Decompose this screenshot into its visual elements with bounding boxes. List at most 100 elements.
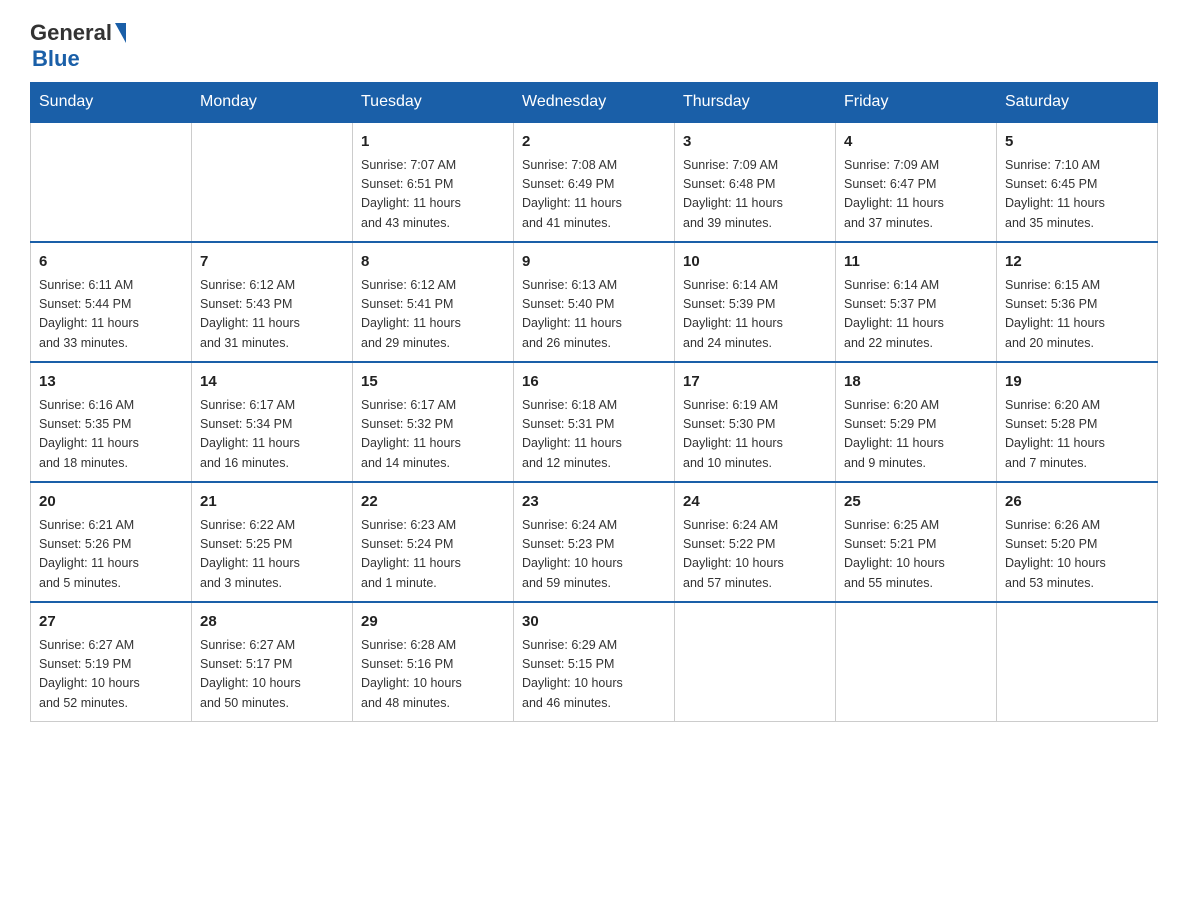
calendar-cell: 16Sunrise: 6:18 AM Sunset: 5:31 PM Dayli…	[514, 362, 675, 482]
day-info: Sunrise: 6:25 AM Sunset: 5:21 PM Dayligh…	[844, 516, 988, 594]
day-number: 4	[844, 131, 988, 154]
calendar-cell: 6Sunrise: 6:11 AM Sunset: 5:44 PM Daylig…	[31, 242, 192, 362]
calendar-cell: 30Sunrise: 6:29 AM Sunset: 5:15 PM Dayli…	[514, 602, 675, 722]
calendar-cell: 21Sunrise: 6:22 AM Sunset: 5:25 PM Dayli…	[192, 482, 353, 602]
calendar-cell	[675, 602, 836, 722]
day-number: 16	[522, 371, 666, 394]
calendar-cell: 13Sunrise: 6:16 AM Sunset: 5:35 PM Dayli…	[31, 362, 192, 482]
weekday-header-friday: Friday	[836, 83, 997, 123]
calendar-cell	[192, 122, 353, 242]
day-number: 13	[39, 371, 183, 394]
calendar-cell	[836, 602, 997, 722]
calendar-cell: 17Sunrise: 6:19 AM Sunset: 5:30 PM Dayli…	[675, 362, 836, 482]
day-info: Sunrise: 6:24 AM Sunset: 5:23 PM Dayligh…	[522, 516, 666, 594]
calendar-cell: 3Sunrise: 7:09 AM Sunset: 6:48 PM Daylig…	[675, 122, 836, 242]
day-number: 12	[1005, 251, 1149, 274]
calendar-week-row: 20Sunrise: 6:21 AM Sunset: 5:26 PM Dayli…	[31, 482, 1158, 602]
weekday-header-thursday: Thursday	[675, 83, 836, 123]
day-number: 27	[39, 611, 183, 634]
day-info: Sunrise: 6:19 AM Sunset: 5:30 PM Dayligh…	[683, 396, 827, 474]
calendar-week-row: 13Sunrise: 6:16 AM Sunset: 5:35 PM Dayli…	[31, 362, 1158, 482]
day-number: 9	[522, 251, 666, 274]
day-number: 10	[683, 251, 827, 274]
day-info: Sunrise: 6:29 AM Sunset: 5:15 PM Dayligh…	[522, 636, 666, 714]
day-number: 24	[683, 491, 827, 514]
day-info: Sunrise: 7:10 AM Sunset: 6:45 PM Dayligh…	[1005, 156, 1149, 234]
day-info: Sunrise: 6:17 AM Sunset: 5:34 PM Dayligh…	[200, 396, 344, 474]
calendar-cell: 24Sunrise: 6:24 AM Sunset: 5:22 PM Dayli…	[675, 482, 836, 602]
day-number: 23	[522, 491, 666, 514]
day-info: Sunrise: 6:21 AM Sunset: 5:26 PM Dayligh…	[39, 516, 183, 594]
calendar-cell: 15Sunrise: 6:17 AM Sunset: 5:32 PM Dayli…	[353, 362, 514, 482]
calendar-cell: 12Sunrise: 6:15 AM Sunset: 5:36 PM Dayli…	[997, 242, 1158, 362]
weekday-header-monday: Monday	[192, 83, 353, 123]
day-number: 15	[361, 371, 505, 394]
day-info: Sunrise: 6:18 AM Sunset: 5:31 PM Dayligh…	[522, 396, 666, 474]
day-info: Sunrise: 6:24 AM Sunset: 5:22 PM Dayligh…	[683, 516, 827, 594]
calendar-cell: 27Sunrise: 6:27 AM Sunset: 5:19 PM Dayli…	[31, 602, 192, 722]
day-number: 5	[1005, 131, 1149, 154]
calendar-cell: 9Sunrise: 6:13 AM Sunset: 5:40 PM Daylig…	[514, 242, 675, 362]
logo-general: General	[30, 20, 112, 46]
day-info: Sunrise: 6:17 AM Sunset: 5:32 PM Dayligh…	[361, 396, 505, 474]
calendar-cell: 2Sunrise: 7:08 AM Sunset: 6:49 PM Daylig…	[514, 122, 675, 242]
day-number: 2	[522, 131, 666, 154]
day-number: 18	[844, 371, 988, 394]
calendar-cell: 8Sunrise: 6:12 AM Sunset: 5:41 PM Daylig…	[353, 242, 514, 362]
day-number: 26	[1005, 491, 1149, 514]
calendar-cell: 25Sunrise: 6:25 AM Sunset: 5:21 PM Dayli…	[836, 482, 997, 602]
page-header: General Blue	[30, 20, 1158, 72]
day-info: Sunrise: 6:12 AM Sunset: 5:41 PM Dayligh…	[361, 276, 505, 354]
logo: General Blue	[30, 20, 126, 72]
calendar-table: SundayMondayTuesdayWednesdayThursdayFrid…	[30, 82, 1158, 722]
day-info: Sunrise: 6:20 AM Sunset: 5:29 PM Dayligh…	[844, 396, 988, 474]
calendar-week-row: 1Sunrise: 7:07 AM Sunset: 6:51 PM Daylig…	[31, 122, 1158, 242]
calendar-cell: 26Sunrise: 6:26 AM Sunset: 5:20 PM Dayli…	[997, 482, 1158, 602]
weekday-header-row: SundayMondayTuesdayWednesdayThursdayFrid…	[31, 83, 1158, 123]
calendar-week-row: 27Sunrise: 6:27 AM Sunset: 5:19 PM Dayli…	[31, 602, 1158, 722]
weekday-header-sunday: Sunday	[31, 83, 192, 123]
day-info: Sunrise: 6:15 AM Sunset: 5:36 PM Dayligh…	[1005, 276, 1149, 354]
day-number: 3	[683, 131, 827, 154]
weekday-header-wednesday: Wednesday	[514, 83, 675, 123]
day-number: 6	[39, 251, 183, 274]
day-info: Sunrise: 6:13 AM Sunset: 5:40 PM Dayligh…	[522, 276, 666, 354]
day-number: 8	[361, 251, 505, 274]
calendar-cell	[997, 602, 1158, 722]
day-number: 17	[683, 371, 827, 394]
calendar-cell: 29Sunrise: 6:28 AM Sunset: 5:16 PM Dayli…	[353, 602, 514, 722]
calendar-cell: 1Sunrise: 7:07 AM Sunset: 6:51 PM Daylig…	[353, 122, 514, 242]
calendar-cell: 22Sunrise: 6:23 AM Sunset: 5:24 PM Dayli…	[353, 482, 514, 602]
day-number: 14	[200, 371, 344, 394]
day-info: Sunrise: 6:16 AM Sunset: 5:35 PM Dayligh…	[39, 396, 183, 474]
day-number: 20	[39, 491, 183, 514]
day-info: Sunrise: 6:23 AM Sunset: 5:24 PM Dayligh…	[361, 516, 505, 594]
day-info: Sunrise: 7:07 AM Sunset: 6:51 PM Dayligh…	[361, 156, 505, 234]
day-info: Sunrise: 7:09 AM Sunset: 6:48 PM Dayligh…	[683, 156, 827, 234]
day-info: Sunrise: 6:26 AM Sunset: 5:20 PM Dayligh…	[1005, 516, 1149, 594]
weekday-header-tuesday: Tuesday	[353, 83, 514, 123]
calendar-cell: 7Sunrise: 6:12 AM Sunset: 5:43 PM Daylig…	[192, 242, 353, 362]
day-info: Sunrise: 6:27 AM Sunset: 5:19 PM Dayligh…	[39, 636, 183, 714]
day-info: Sunrise: 7:08 AM Sunset: 6:49 PM Dayligh…	[522, 156, 666, 234]
calendar-cell: 5Sunrise: 7:10 AM Sunset: 6:45 PM Daylig…	[997, 122, 1158, 242]
day-number: 29	[361, 611, 505, 634]
day-number: 25	[844, 491, 988, 514]
calendar-cell: 19Sunrise: 6:20 AM Sunset: 5:28 PM Dayli…	[997, 362, 1158, 482]
day-info: Sunrise: 6:28 AM Sunset: 5:16 PM Dayligh…	[361, 636, 505, 714]
day-info: Sunrise: 6:14 AM Sunset: 5:37 PM Dayligh…	[844, 276, 988, 354]
day-number: 22	[361, 491, 505, 514]
logo-triangle-icon	[115, 23, 126, 43]
day-number: 11	[844, 251, 988, 274]
day-number: 30	[522, 611, 666, 634]
day-info: Sunrise: 6:14 AM Sunset: 5:39 PM Dayligh…	[683, 276, 827, 354]
day-number: 7	[200, 251, 344, 274]
calendar-cell: 14Sunrise: 6:17 AM Sunset: 5:34 PM Dayli…	[192, 362, 353, 482]
day-info: Sunrise: 6:22 AM Sunset: 5:25 PM Dayligh…	[200, 516, 344, 594]
day-number: 1	[361, 131, 505, 154]
calendar-cell: 20Sunrise: 6:21 AM Sunset: 5:26 PM Dayli…	[31, 482, 192, 602]
day-info: Sunrise: 6:11 AM Sunset: 5:44 PM Dayligh…	[39, 276, 183, 354]
day-number: 28	[200, 611, 344, 634]
weekday-header-saturday: Saturday	[997, 83, 1158, 123]
logo-blue: Blue	[32, 46, 80, 71]
